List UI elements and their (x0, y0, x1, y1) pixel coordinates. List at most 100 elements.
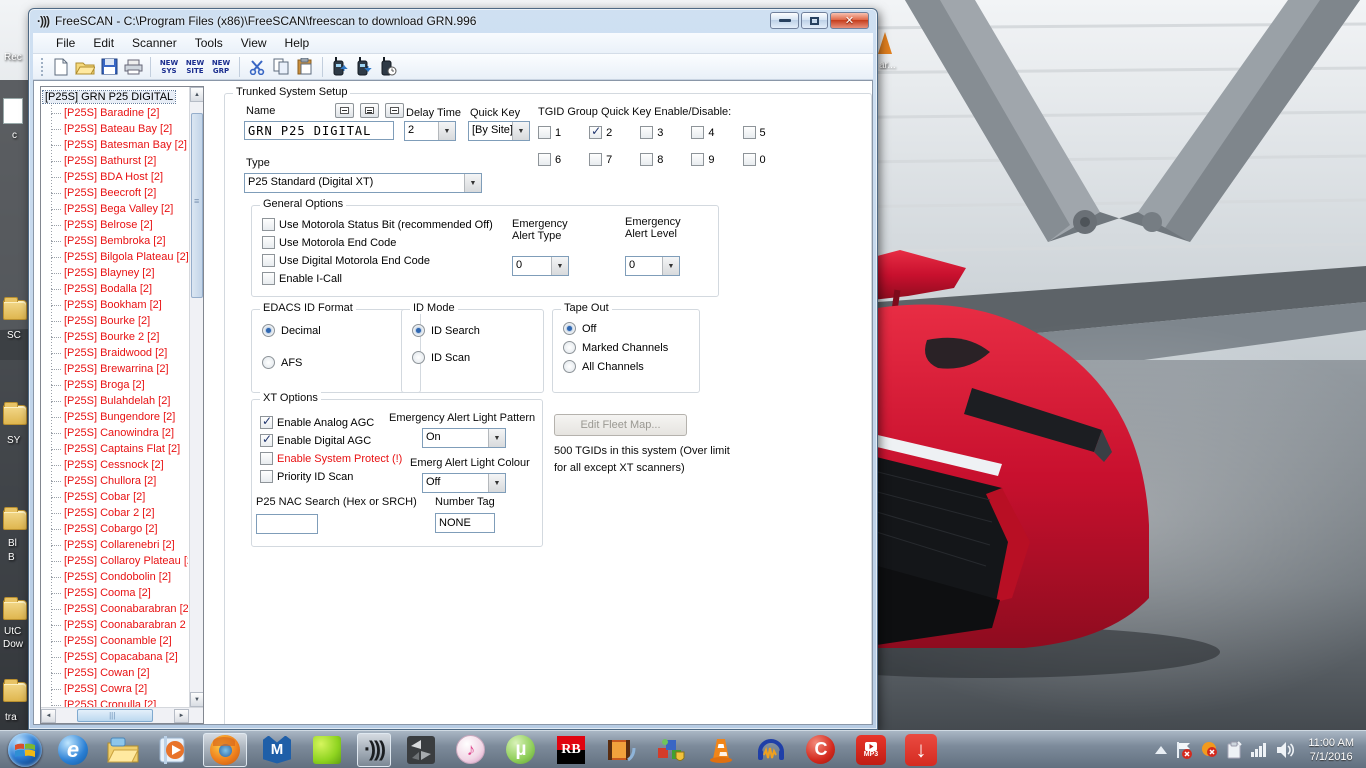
tree-item[interactable]: [P25S] Cobar 2 [2] (43, 505, 188, 521)
download-from-scanner-icon[interactable] (352, 56, 376, 78)
radio-option[interactable]: All Channels (563, 360, 668, 373)
desktop-folder-sc[interactable] (3, 297, 27, 320)
taskbar-tweak-tool-icon[interactable] (653, 734, 689, 766)
tree-vertical-scrollbar[interactable]: ▲ ▼ (189, 87, 203, 707)
title-bar[interactable]: ·))) FreeSCAN - C:\Program Files (x86)\F… (29, 9, 877, 32)
menu-scanner[interactable]: Scanner (123, 34, 186, 52)
menu-help[interactable]: Help (276, 34, 319, 52)
taskbar-clock[interactable]: 11:00 AM 7/1/2016 (1308, 736, 1354, 764)
save-icon[interactable] (97, 56, 121, 78)
new-system-button[interactable]: NEW SYS (156, 56, 182, 78)
option-checkbox[interactable]: Use Digital Motorola End Code (262, 254, 493, 267)
tree-item[interactable]: [P25S] Captains Flat [2] (43, 441, 188, 457)
taskbar-media-player-icon[interactable] (155, 734, 191, 766)
clipboard-tray-icon[interactable] (1226, 740, 1243, 759)
menu-file[interactable]: File (47, 34, 84, 52)
minimize-button[interactable] (770, 12, 799, 29)
tgid-key-checkbox[interactable]: 2 (589, 124, 612, 139)
tree-item[interactable]: [P25S] Cobar [2] (43, 489, 188, 505)
tree-item[interactable]: [P25S] Collaroy Plateau [2 (43, 553, 188, 569)
volume-icon[interactable] (1276, 741, 1296, 758)
desktop-folder-tra[interactable] (3, 679, 27, 702)
tree-item[interactable]: [P25S] Bourke [2] (43, 313, 188, 329)
tree-item[interactable]: [P25S] Copacabana [2] (43, 649, 188, 665)
taskbar-malwarebytes-icon[interactable]: M (259, 734, 295, 766)
tgid-key-checkbox[interactable]: 0 (742, 153, 766, 166)
tree-item[interactable]: [P25S] Batesman Bay [2] (43, 137, 188, 153)
tree-item[interactable]: [P25S] Bateau Bay [2] (43, 121, 188, 137)
emerg-light-pattern-select[interactable]: On ▼ (422, 428, 506, 448)
action-center-flag-icon[interactable] (1175, 741, 1193, 759)
option-checkbox[interactable]: Enable Analog AGC (260, 414, 402, 429)
new-site-button[interactable]: NEW SITE (182, 56, 208, 78)
name-case-button-2[interactable] (360, 103, 379, 118)
taskbar-internet-explorer-icon[interactable]: e (55, 734, 91, 766)
tree-item[interactable]: [P25S] Cowan [2] (43, 665, 188, 681)
show-hidden-icons-button[interactable] (1155, 745, 1168, 754)
taskbar-dark-app-icon[interactable] (403, 734, 439, 766)
tree-item[interactable]: [P25S] Bega Valley [2] (43, 201, 188, 217)
update-status-icon[interactable] (1201, 741, 1218, 758)
p25-nac-input[interactable] (256, 514, 318, 534)
scroll-left-arrow[interactable]: ◄ (41, 709, 56, 723)
system-name-input[interactable] (244, 121, 394, 140)
desktop-folder-sy[interactable] (3, 402, 27, 425)
option-checkbox[interactable]: Use Motorola Status Bit (recommended Off… (262, 218, 493, 231)
system-type-select[interactable]: P25 Standard (Digital XT) ▼ (244, 173, 482, 193)
radio-option[interactable]: AFS (262, 356, 321, 369)
option-checkbox[interactable]: Use Motorola End Code (262, 236, 493, 249)
option-checkbox[interactable]: Priority ID Scan (260, 470, 402, 483)
tree-item[interactable]: [P25S] Baradine [2] (43, 105, 188, 121)
tgid-key-checkbox[interactable]: 4 (691, 126, 715, 139)
taskbar-itunes-icon[interactable]: ♪ (453, 734, 489, 766)
taskbar-download-manager-icon[interactable]: ↓ (903, 733, 939, 766)
tree-item[interactable]: [P25S] Chullora [2] (43, 473, 188, 489)
tree-item[interactable]: [P25S] Condobolin [2] (43, 569, 188, 585)
taskbar-movie-maker-icon[interactable] (603, 734, 639, 766)
restore-button[interactable] (801, 12, 828, 29)
vertical-scroll-thumb[interactable] (191, 113, 203, 298)
copy-icon[interactable] (269, 56, 293, 78)
cut-icon[interactable] (245, 56, 269, 78)
option-checkbox[interactable]: Enable Digital AGC (260, 432, 402, 447)
new-file-icon[interactable] (49, 56, 73, 78)
horizontal-scroll-thumb[interactable] (77, 709, 153, 722)
radio-option[interactable]: Marked Channels (563, 341, 668, 354)
tgid-key-checkbox[interactable]: 7 (589, 153, 612, 166)
desktop-vlc-cone-icon[interactable] (878, 32, 892, 54)
tree-item[interactable]: [P25S] Cowra [2] (43, 681, 188, 697)
tgid-key-checkbox[interactable]: 5 (742, 126, 766, 139)
tree-item[interactable]: [P25S] Cooma [2] (43, 585, 188, 601)
tree-item[interactable]: [P25S] Coonamble [2] (43, 633, 188, 649)
tree-item[interactable]: [P25S] BDA Host [2] (43, 169, 188, 185)
taskbar-utorrent-icon[interactable]: µ (503, 734, 539, 766)
tree-item[interactable]: [P25S] Bembroka [2] (43, 233, 188, 249)
system-tree-listbox[interactable]: [P25S] GRN P25 DIGITAL [P25S] Baradine [… (40, 86, 204, 724)
print-icon[interactable] (121, 56, 145, 78)
desktop-doc-icon[interactable] (3, 98, 23, 124)
tree-item[interactable]: [P25S] Beecroft [2] (43, 185, 188, 201)
close-button[interactable]: ✕ (830, 12, 869, 29)
tree-item[interactable]: [P25S] Bodalla [2] (43, 281, 188, 297)
option-checkbox[interactable]: Enable System Protect (!) (260, 452, 402, 465)
taskbar-freescan-active[interactable]: ·))) (357, 732, 391, 767)
name-case-button-1[interactable] (335, 103, 354, 118)
taskbar-green-app-icon[interactable] (309, 734, 345, 766)
scroll-up-arrow[interactable]: ▲ (190, 87, 203, 102)
menu-view[interactable]: View (232, 34, 276, 52)
emergency-alert-level-select[interactable]: 0 ▼ (625, 256, 680, 276)
tree-item[interactable]: [P25S] Canowindra [2] (43, 425, 188, 441)
radio-option[interactable]: Decimal (262, 324, 321, 337)
desktop-folder-bl[interactable] (3, 507, 27, 530)
menu-edit[interactable]: Edit (84, 34, 123, 52)
radio-option[interactable]: ID Scan (412, 351, 480, 364)
tree-item[interactable]: [P25S] Coonabarabran [2 (43, 601, 188, 617)
tree-item[interactable]: [P25S] Brewarrina [2] (43, 361, 188, 377)
menu-tools[interactable]: Tools (186, 34, 232, 52)
taskbar-ccleaner-icon[interactable]: C (803, 734, 839, 766)
tree-item[interactable]: [P25S] Cobargo [2] (43, 521, 188, 537)
tree-item[interactable]: [P25S] Bulahdelah [2] (43, 393, 188, 409)
number-tag-input[interactable] (435, 513, 495, 533)
open-file-icon[interactable] (73, 56, 97, 78)
edit-fleet-map-button[interactable]: Edit Fleet Map... (554, 414, 687, 436)
